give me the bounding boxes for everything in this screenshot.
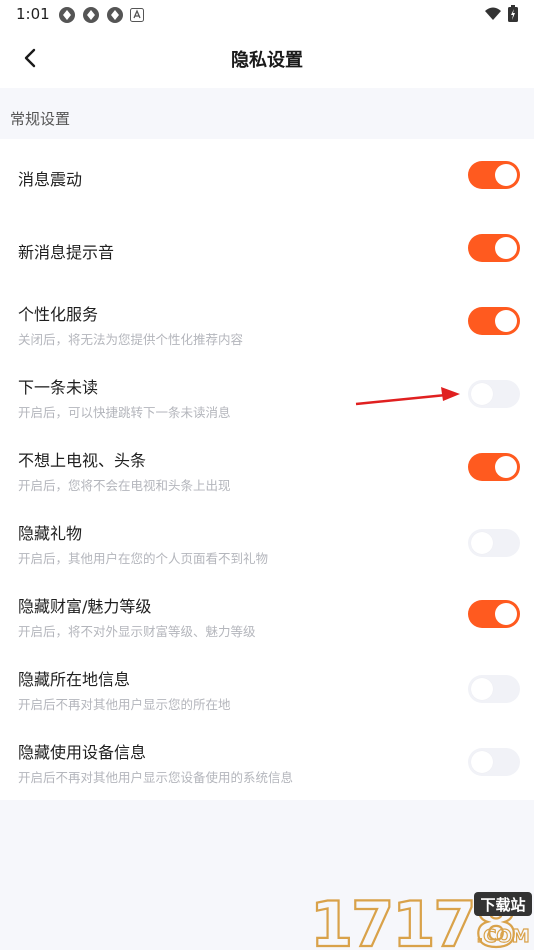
- toggle-hide-gifts[interactable]: [468, 529, 520, 557]
- toggle-next-unread[interactable]: [468, 380, 520, 408]
- toggle-hide-location[interactable]: [468, 675, 520, 703]
- setting-row-new-message-sound: 新消息提示音: [0, 212, 534, 282]
- setting-title: 隐藏使用设备信息: [18, 743, 147, 762]
- setting-subtitle: 开启后，您将不会在电视和头条上出现: [18, 478, 231, 493]
- battery-charging-icon: [508, 5, 518, 22]
- app-notification-icon: [59, 7, 75, 23]
- app-notification-icon: [83, 7, 99, 23]
- toggle-message-vibration[interactable]: [468, 161, 520, 189]
- setting-row-message-vibration: 消息震动: [0, 139, 534, 209]
- site-watermark: 17178 下载站 .COM: [309, 887, 532, 950]
- toggle-knob: [471, 383, 493, 405]
- toggle-personalized-service[interactable]: [468, 307, 520, 335]
- setting-title: 隐藏财富/魅力等级: [18, 597, 152, 616]
- toggle-knob: [495, 237, 517, 259]
- toggle-knob: [495, 456, 517, 478]
- page-title: 隐私设置: [231, 50, 303, 71]
- setting-row-personalized-service: 个性化服务 关闭后，将无法为您提供个性化推荐内容: [0, 285, 534, 355]
- status-bar: 1:01: [0, 0, 534, 28]
- watermark-badge: 下载站: [480, 896, 525, 914]
- toggle-new-message-sound[interactable]: [468, 234, 520, 262]
- settings-list: 消息震动 新消息提示音 个性化服务 关闭后，将无法为您提供个性化推荐内容 下一条…: [0, 139, 534, 800]
- wifi-icon: [485, 7, 501, 20]
- toggle-hide-levels[interactable]: [468, 600, 520, 628]
- setting-title: 新消息提示音: [18, 243, 115, 262]
- status-time: 1:01: [16, 5, 50, 23]
- toggle-knob: [471, 678, 493, 700]
- setting-subtitle: 开启后，将不对外显示财富等级、魅力等级: [18, 624, 256, 639]
- setting-row-hide-gifts: 隐藏礼物 开启后，其他用户在您的个人页面看不到礼物: [0, 504, 534, 574]
- setting-title: 不想上电视、头条: [18, 451, 147, 470]
- setting-row-hide-device: 隐藏使用设备信息 开启后不再对其他用户显示您设备使用的系统信息: [0, 723, 534, 793]
- toggle-hide-from-tv[interactable]: [468, 453, 520, 481]
- setting-subtitle: 开启后，其他用户在您的个人页面看不到礼物: [18, 551, 269, 566]
- setting-subtitle: 开启后不再对其他用户显示您设备使用的系统信息: [18, 770, 294, 785]
- setting-row-hide-from-tv: 不想上电视、头条 开启后，您将不会在电视和头条上出现: [0, 431, 534, 501]
- setting-title: 隐藏礼物: [18, 524, 83, 543]
- toggle-hide-device[interactable]: [468, 748, 520, 776]
- setting-row-hide-levels: 隐藏财富/魅力等级 开启后，将不对外显示财富等级、魅力等级: [0, 577, 534, 647]
- setting-subtitle: 开启后，可以快捷跳转下一条未读消息: [18, 405, 231, 420]
- setting-title: 个性化服务: [18, 305, 99, 324]
- toggle-knob: [471, 532, 493, 554]
- setting-subtitle: 开启后不再对其他用户显示您的所在地: [18, 697, 231, 712]
- setting-title: 隐藏所在地信息: [18, 670, 131, 689]
- toggle-knob: [495, 164, 517, 186]
- toggle-knob: [495, 310, 517, 332]
- setting-title: 消息震动: [18, 170, 83, 189]
- setting-subtitle: 关闭后，将无法为您提供个性化推荐内容: [18, 332, 244, 347]
- toggle-knob: [495, 603, 517, 625]
- header-bar: 隐私设置: [0, 28, 534, 88]
- keyboard-indicator-icon: [130, 8, 144, 22]
- section-label: 常规设置: [10, 110, 71, 128]
- setting-row-hide-location: 隐藏所在地信息 开启后不再对其他用户显示您的所在地: [0, 650, 534, 720]
- setting-title: 下一条未读: [18, 378, 99, 397]
- setting-row-next-unread: 下一条未读 开启后，可以快捷跳转下一条未读消息: [0, 358, 534, 428]
- watermark-domain: .COM: [476, 926, 529, 947]
- app-notification-icon: [107, 7, 123, 23]
- toggle-knob: [471, 751, 493, 773]
